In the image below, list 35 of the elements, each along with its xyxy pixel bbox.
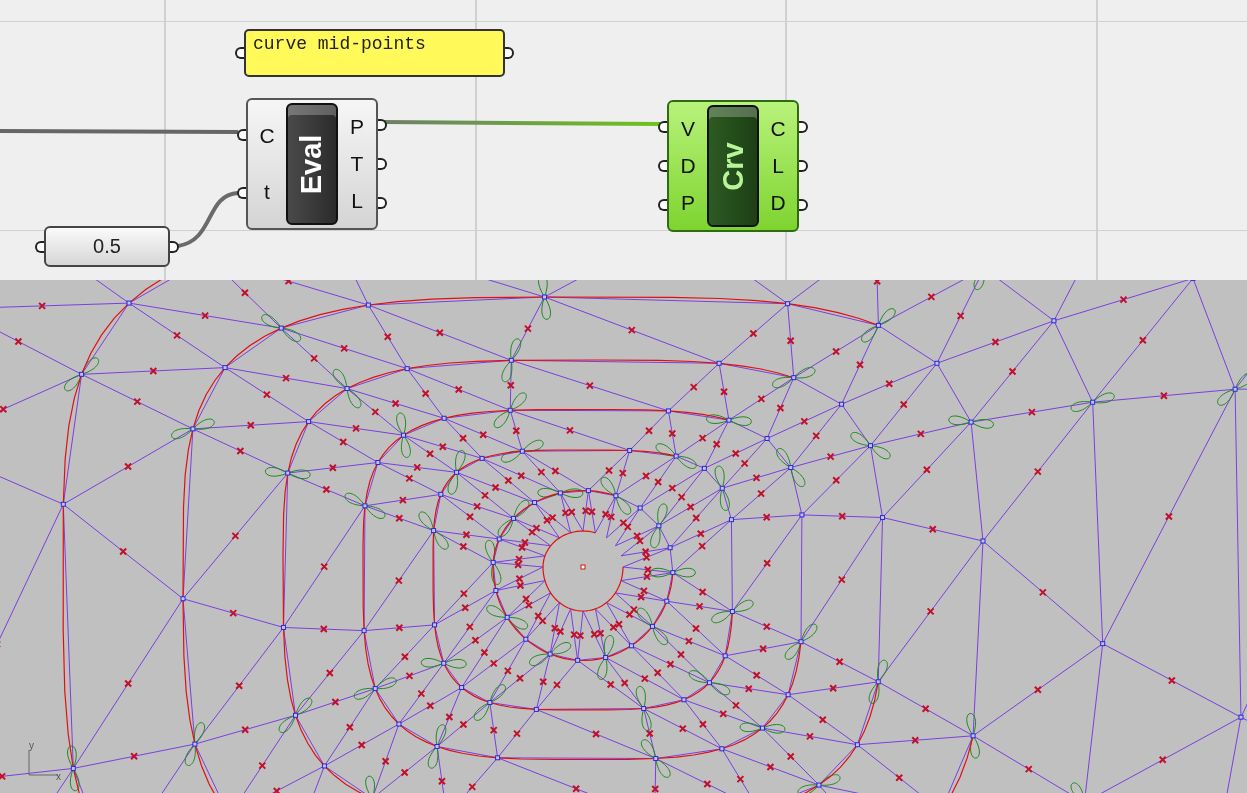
input-port-label: C <box>258 124 276 148</box>
component-node[interactable]: V D P Crv C L D <box>667 100 799 232</box>
input-port-label: P <box>680 191 696 216</box>
port-icon[interactable] <box>35 240 44 253</box>
port-icon[interactable] <box>237 187 246 199</box>
port-icon[interactable] <box>658 198 667 211</box>
port-icon[interactable] <box>170 240 179 253</box>
wire <box>177 191 239 248</box>
output-port-label: P <box>349 114 365 139</box>
input-port-label: V <box>680 116 696 141</box>
port-icon[interactable] <box>799 160 808 172</box>
text-panel[interactable]: curve mid-points <box>244 29 505 77</box>
port-icon[interactable] <box>799 198 808 211</box>
port-icon[interactable] <box>658 121 667 134</box>
port-icon[interactable] <box>237 129 246 141</box>
output-port-label: D <box>769 191 787 216</box>
port-icon[interactable] <box>799 121 808 134</box>
input-port-label: D <box>679 154 697 178</box>
component-title: Eval <box>295 134 329 194</box>
axis-label: x <box>56 771 61 782</box>
output-port-label: L <box>350 189 364 214</box>
port-icon[interactable] <box>235 47 244 59</box>
port-icon[interactable] <box>658 160 667 172</box>
port-icon[interactable] <box>378 196 387 209</box>
component-title: Crv <box>716 141 750 191</box>
input-port-label: t <box>263 180 271 204</box>
port-icon[interactable] <box>378 119 387 132</box>
output-port-label: C <box>769 116 787 141</box>
number-box[interactable]: 0.5 <box>44 226 170 267</box>
output-port-label: L <box>771 154 785 178</box>
axis-label: y <box>29 740 34 751</box>
port-icon[interactable] <box>378 158 387 170</box>
axis-icon <box>28 750 58 776</box>
output-port-label: T <box>349 152 365 176</box>
port-icon[interactable] <box>505 47 514 59</box>
